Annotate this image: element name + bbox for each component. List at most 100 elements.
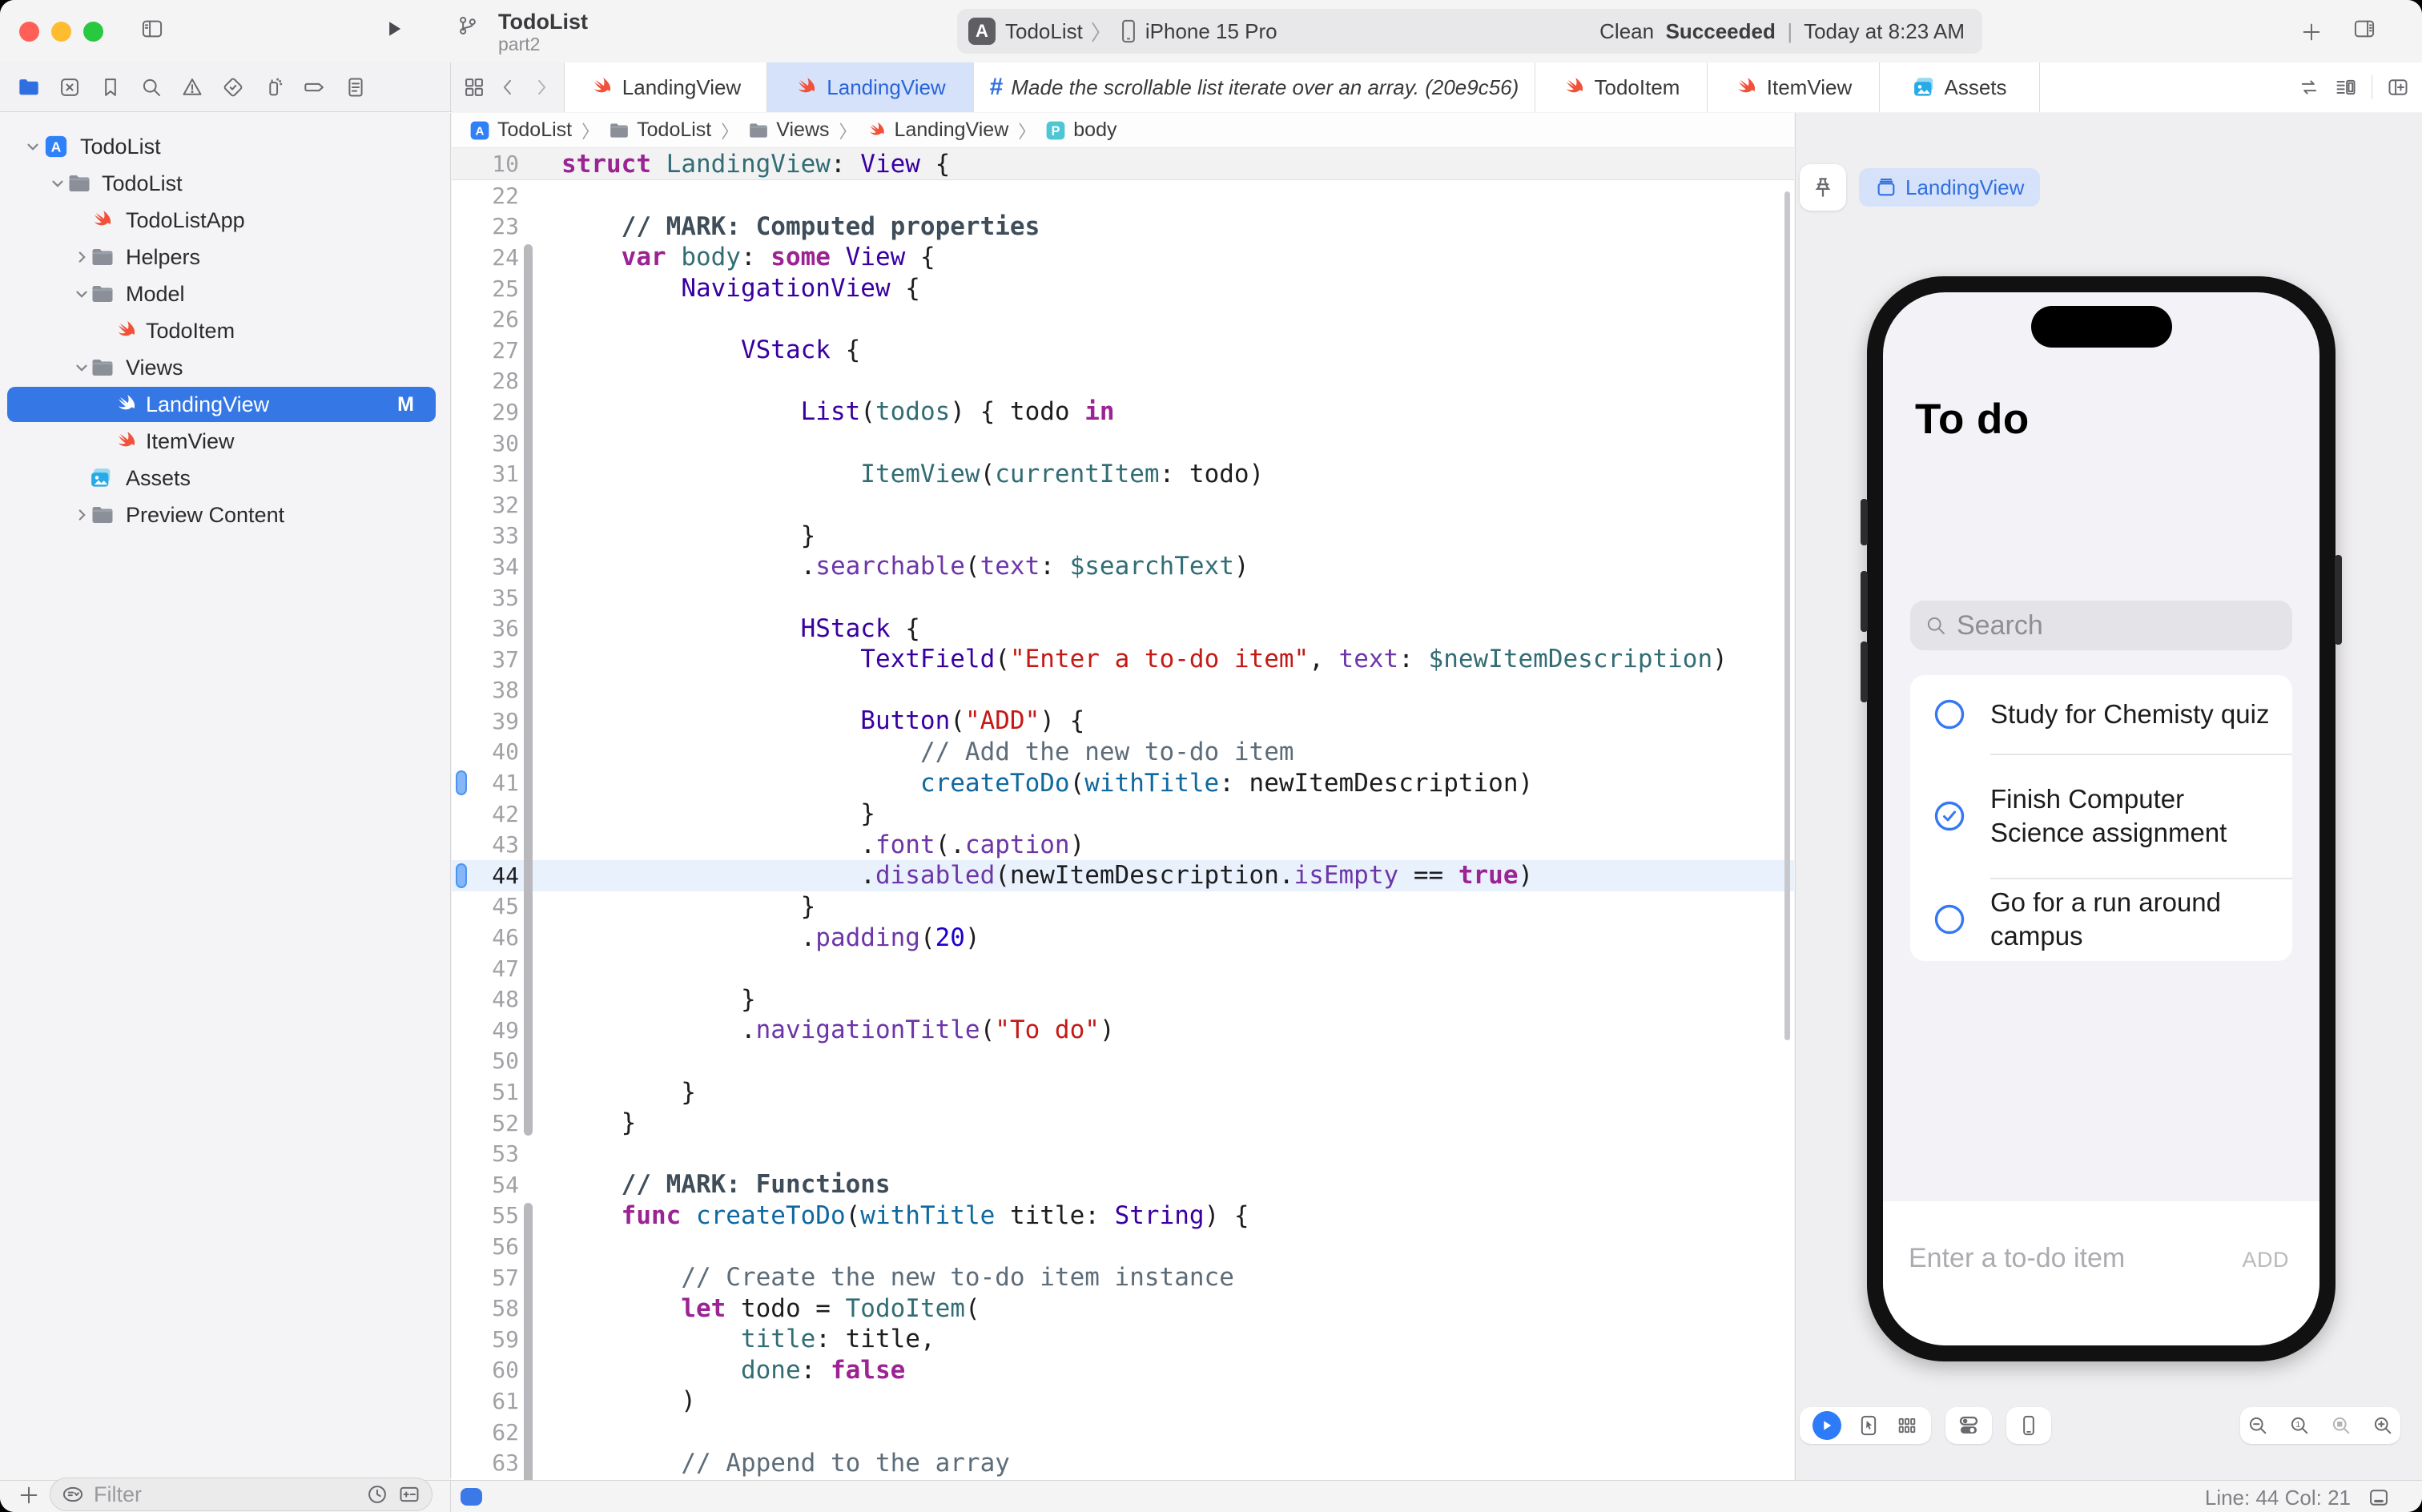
fold-ribbon[interactable] xyxy=(522,304,534,335)
line-number[interactable]: 25 xyxy=(452,275,519,302)
line-number[interactable]: 58 xyxy=(452,1295,519,1321)
preview-on-device-button[interactable] xyxy=(2018,1414,2040,1437)
disclosure-down-icon[interactable] xyxy=(73,359,91,376)
tab-todoitem[interactable]: TodoItem xyxy=(1535,62,1708,112)
line-number[interactable]: 54 xyxy=(452,1172,519,1198)
fold-ribbon[interactable] xyxy=(522,737,534,768)
line-number[interactable]: 39 xyxy=(452,708,519,734)
add-file-button[interactable] xyxy=(18,1484,40,1506)
sidebar-item-views[interactable]: Views xyxy=(0,349,450,386)
fold-ribbon[interactable] xyxy=(522,1046,534,1077)
preview-target-chip[interactable]: LandingView xyxy=(1859,168,2040,207)
tab-made-the-scrollable-list-itera[interactable]: #Made the scrollable list iterate over a… xyxy=(974,62,1535,112)
code-line-33[interactable]: 33 } xyxy=(452,521,1794,552)
add-tab-icon[interactable] xyxy=(2300,21,2323,43)
run-destination[interactable]: iPhone 15 Pro xyxy=(1145,19,1277,44)
code-line-57[interactable]: 57 // Create the new to-do item instance xyxy=(452,1262,1794,1293)
editor-scrollbar[interactable] xyxy=(1784,191,1790,1040)
fold-ribbon[interactable] xyxy=(522,798,534,830)
line-number[interactable]: 31 xyxy=(452,460,519,487)
line-number[interactable]: 29 xyxy=(452,399,519,425)
code-line-53[interactable]: 53 xyxy=(452,1138,1794,1169)
fold-ribbon[interactable] xyxy=(522,489,534,521)
disclosure-right-icon[interactable] xyxy=(73,248,91,266)
fold-ribbon[interactable] xyxy=(522,767,534,798)
line-number[interactable]: 23 xyxy=(452,213,519,239)
source-control-filter-icon[interactable] xyxy=(398,1483,420,1506)
disclosure-right-icon[interactable] xyxy=(73,506,91,524)
fold-ribbon[interactable] xyxy=(522,396,534,428)
variants-mode-button[interactable] xyxy=(1896,1414,1918,1437)
source-editor[interactable]: ATodoList〉TodoList〉Views〉LandingView〉Pbo… xyxy=(452,113,1794,1480)
build-status[interactable]: Clean Succeeded | Today at 8:23 AM xyxy=(1599,19,1965,44)
code-line-56[interactable]: 56 xyxy=(452,1231,1794,1262)
sidebar-item-assets[interactable]: Assets xyxy=(0,460,450,497)
line-number[interactable]: 27 xyxy=(452,337,519,364)
sticky-scope-line[interactable]: 10struct LandingView: View { xyxy=(452,148,1794,180)
checked-circle-icon[interactable] xyxy=(1934,801,1965,831)
fold-ribbon[interactable] xyxy=(522,829,534,860)
line-number[interactable]: 52 xyxy=(452,1110,519,1136)
line-number[interactable]: 36 xyxy=(452,615,519,641)
line-number[interactable]: 43 xyxy=(452,831,519,858)
fold-ribbon[interactable] xyxy=(522,1076,534,1108)
fold-ribbon[interactable] xyxy=(522,582,534,613)
line-number[interactable]: 46 xyxy=(452,924,519,951)
code-line-49[interactable]: 49 .navigationTitle("To do") xyxy=(452,1015,1794,1046)
fold-ribbon[interactable] xyxy=(522,1108,534,1139)
line-number[interactable]: 63 xyxy=(452,1450,519,1476)
todo-item[interactable]: Finish ComputerScience assignment xyxy=(1910,754,2292,878)
fold-ribbon[interactable] xyxy=(522,1138,534,1169)
sidebar-item-helpers[interactable]: Helpers xyxy=(0,239,450,275)
sidebar-item-preview-content[interactable]: Preview Content xyxy=(0,497,450,533)
source-control-navigator-icon[interactable] xyxy=(58,76,81,99)
fold-ribbon[interactable] xyxy=(522,1231,534,1262)
back-button[interactable] xyxy=(497,76,519,99)
forward-button[interactable] xyxy=(530,76,553,99)
fold-ribbon[interactable] xyxy=(522,1355,534,1386)
minimize-window-button[interactable] xyxy=(51,22,71,42)
fold-ribbon[interactable] xyxy=(522,551,534,582)
unchecked-circle-icon[interactable] xyxy=(1934,699,1965,730)
change-indicator-pill[interactable] xyxy=(461,1488,482,1506)
recent-files-icon[interactable] xyxy=(366,1483,388,1506)
code-line-36[interactable]: 36 HStack { xyxy=(452,613,1794,644)
line-number[interactable]: 24 xyxy=(452,244,519,271)
fold-ribbon[interactable] xyxy=(522,983,534,1015)
code-line-30[interactable]: 30 xyxy=(452,428,1794,459)
line-number[interactable]: 30 xyxy=(452,430,519,456)
code-line-59[interactable]: 59 title: title, xyxy=(452,1324,1794,1355)
sidebar-item-todoitem[interactable]: TodoItem xyxy=(0,312,450,349)
new-item-input[interactable]: Enter a to-do item xyxy=(1909,1243,2125,1274)
sidebar-item-todolistapp[interactable]: TodoListApp xyxy=(0,202,450,239)
fold-ribbon[interactable] xyxy=(522,242,534,273)
toggle-inspector-icon[interactable] xyxy=(2353,18,2376,40)
breadcrumb-item[interactable]: TodoList xyxy=(497,119,572,142)
sidebar-item-todolist[interactable]: ATodoList xyxy=(0,128,450,165)
issue-navigator-icon[interactable] xyxy=(181,76,203,99)
device-settings-button[interactable] xyxy=(1957,1413,1981,1438)
code-line-25[interactable]: 25 NavigationView { xyxy=(452,273,1794,304)
todo-item[interactable]: Go for a run around campus xyxy=(1910,878,2292,961)
fold-ribbon[interactable] xyxy=(522,1447,534,1478)
code-line-58[interactable]: 58 let todo = TodoItem( xyxy=(452,1293,1794,1324)
zoom-100-button[interactable]: 1 xyxy=(2288,1414,2311,1437)
code-line-44[interactable]: 44 .disabled(newItemDescription.isEmpty … xyxy=(452,860,1794,891)
code-line-46[interactable]: 46 .padding(20) xyxy=(452,922,1794,953)
line-number[interactable]: 51 xyxy=(452,1079,519,1105)
fold-ribbon[interactable] xyxy=(522,613,534,644)
project-navigator-icon[interactable] xyxy=(18,76,40,99)
line-number[interactable]: 53 xyxy=(452,1140,519,1167)
line-number[interactable]: 42 xyxy=(452,801,519,827)
scheme-name[interactable]: TodoList xyxy=(1005,19,1083,44)
bookmark-navigator-icon[interactable] xyxy=(99,76,122,99)
fold-ribbon[interactable] xyxy=(522,366,534,397)
code-line-37[interactable]: 37 TextField("Enter a to-do item", text:… xyxy=(452,644,1794,675)
fold-ribbon[interactable] xyxy=(522,860,534,891)
code-line-39[interactable]: 39 Button("ADD") { xyxy=(452,706,1794,737)
fold-ribbon[interactable] xyxy=(522,458,534,489)
code-line-43[interactable]: 43 .font(.caption) xyxy=(452,829,1794,860)
disclosure-down-icon[interactable] xyxy=(73,285,91,303)
fold-ribbon[interactable] xyxy=(522,180,534,211)
run-button[interactable] xyxy=(383,18,405,40)
